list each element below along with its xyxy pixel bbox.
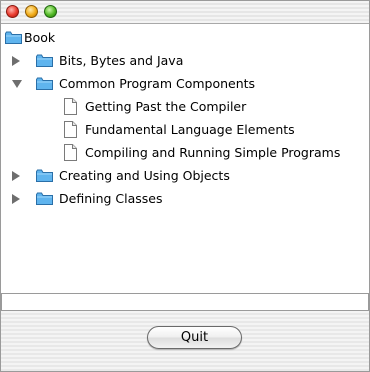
tree-leaf-compiling-and-running-simple-programs[interactable]: Compiling and Running Simple Programs bbox=[1, 143, 369, 163]
tree-node-bits-bytes-and-java[interactable]: Bits, Bytes and Java bbox=[1, 51, 369, 71]
tree-node-book[interactable]: Book bbox=[1, 28, 369, 48]
book-tree[interactable]: Book Bits, Bytes and Java Common Program… bbox=[1, 24, 369, 292]
tree-node-common-program-components[interactable]: Common Program Components bbox=[1, 74, 369, 94]
minimize-window-button[interactable] bbox=[25, 5, 38, 18]
folder-icon bbox=[5, 31, 22, 44]
title-bar[interactable] bbox=[1, 1, 369, 24]
quit-button[interactable]: Quit bbox=[147, 326, 242, 349]
tree-leaf-fundamental-language-elements[interactable]: Fundamental Language Elements bbox=[1, 120, 369, 140]
zoom-window-button[interactable] bbox=[44, 5, 57, 18]
tree-node-label: Defining Classes bbox=[59, 191, 163, 206]
close-window-button[interactable] bbox=[6, 5, 19, 18]
application-window: Book Bits, Bytes and Java Common Program… bbox=[0, 0, 370, 372]
document-icon bbox=[64, 121, 77, 138]
disclosure-triangle-down-icon[interactable] bbox=[12, 80, 22, 88]
tree-node-label: Creating and Using Objects bbox=[59, 168, 230, 183]
folder-icon bbox=[36, 192, 53, 205]
tree-node-creating-and-using-objects[interactable]: Creating and Using Objects bbox=[1, 166, 369, 186]
tree-leaf-getting-past-the-compiler[interactable]: Getting Past the Compiler bbox=[1, 97, 369, 117]
disclosure-triangle-right-icon[interactable] bbox=[12, 194, 20, 204]
tree-node-label: Bits, Bytes and Java bbox=[59, 53, 184, 68]
document-icon bbox=[64, 98, 77, 115]
tree-leaf-label: Getting Past the Compiler bbox=[85, 99, 247, 114]
disclosure-triangle-right-icon[interactable] bbox=[12, 171, 20, 181]
folder-icon bbox=[36, 54, 53, 67]
folder-icon bbox=[36, 169, 53, 182]
status-field bbox=[1, 293, 369, 311]
document-icon bbox=[64, 144, 77, 161]
tree-node-defining-classes[interactable]: Defining Classes bbox=[1, 189, 369, 209]
tree-leaf-label: Fundamental Language Elements bbox=[85, 122, 295, 137]
button-panel: Quit bbox=[1, 311, 369, 371]
disclosure-triangle-right-icon[interactable] bbox=[12, 56, 20, 66]
folder-icon bbox=[36, 77, 53, 90]
tree-leaf-label: Compiling and Running Simple Programs bbox=[85, 145, 341, 160]
tree-node-label: Book bbox=[24, 30, 56, 45]
tree-node-label: Common Program Components bbox=[59, 76, 256, 91]
